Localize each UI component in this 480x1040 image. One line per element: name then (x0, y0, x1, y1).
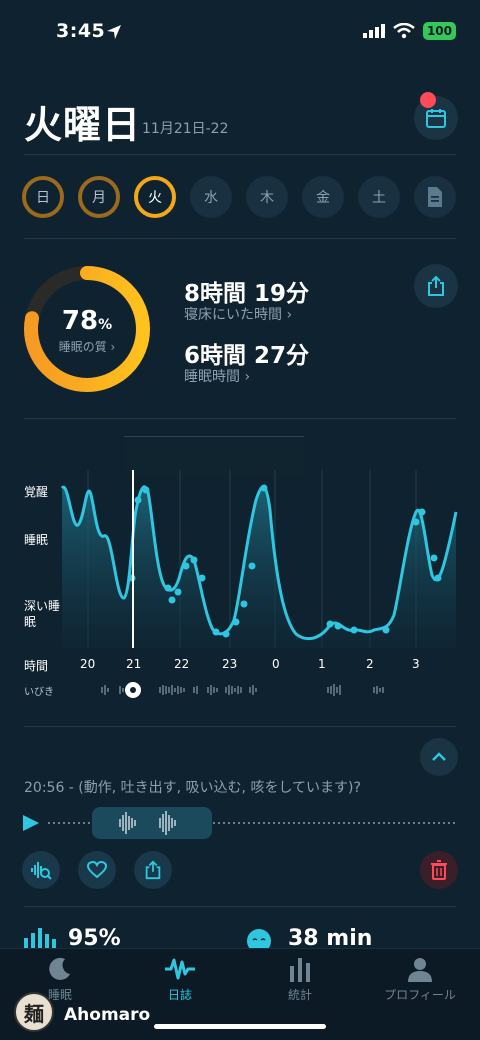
signal-icon (362, 24, 385, 38)
delete-audio-button[interactable] (420, 851, 458, 889)
bar-stat-icon (24, 928, 56, 950)
journal-button[interactable] (414, 176, 456, 218)
day-tue[interactable]: 火 (134, 176, 176, 218)
chevron-up-icon (432, 752, 446, 761)
status-time: 3:45 (56, 20, 106, 42)
tab-stats[interactable]: 統計 (240, 956, 360, 1003)
divider (24, 418, 456, 419)
snore-label: いびき (24, 687, 54, 698)
bar-chart-icon (290, 958, 310, 982)
trash-icon (431, 860, 447, 880)
y-label-deep: 深い睡眠 (24, 599, 61, 629)
divider (24, 906, 456, 907)
divider (24, 726, 456, 727)
location-arrow-icon (107, 25, 121, 39)
event-description: 20:56 - (動作, 吐き出す, 吸い込む, 咳をしています)? (24, 780, 361, 796)
notification-dot (420, 92, 436, 108)
x-tick: 20 (80, 657, 96, 671)
battery-badge: 100 (422, 22, 456, 40)
collapse-button[interactable] (420, 738, 458, 776)
x-tick: 3 (412, 657, 420, 671)
favorite-button[interactable] (78, 851, 116, 889)
day-sat[interactable]: 土 (358, 176, 400, 218)
audio-search-icon (31, 862, 52, 880)
share-audio-button[interactable] (134, 851, 172, 889)
day-wed[interactable]: 水 (190, 176, 232, 218)
analyze-audio-button[interactable] (22, 851, 60, 889)
share-score-button[interactable] (414, 264, 458, 308)
document-icon (428, 187, 442, 207)
x-tick: 2 (366, 657, 374, 671)
user-name: Ahomaro (64, 1005, 151, 1025)
avatar: 麺 (14, 992, 54, 1032)
waveform-icon (165, 958, 195, 980)
divider (24, 238, 456, 239)
score-label[interactable]: 睡眠の質 › (30, 338, 144, 355)
status-indicators: 100 (362, 22, 456, 40)
sleep-curve-fill (62, 486, 456, 648)
date-range: 11月21日-22 (142, 121, 229, 137)
x-tick: 23 (222, 657, 238, 671)
day-thu[interactable]: 木 (246, 176, 288, 218)
x-axis-label: 時間 (24, 659, 49, 673)
day-sun[interactable]: 日 (22, 176, 64, 218)
y-label-sleep: 睡眠 (24, 533, 49, 547)
day-fri[interactable]: 金 (302, 176, 344, 218)
time-in-bed-link[interactable]: 寝床にいた時間 › (184, 304, 292, 324)
x-tick: 21 (126, 657, 142, 671)
sleep-time: 6時間 27分 (184, 343, 310, 369)
heart-icon (87, 861, 107, 879)
tab-sleep[interactable]: 睡眠 (0, 956, 120, 1003)
calendar-icon (426, 109, 446, 128)
audio-waveform[interactable] (48, 806, 456, 840)
home-indicator (154, 1024, 326, 1029)
tab-profile[interactable]: プロフィール (360, 956, 480, 1003)
x-tick: 22 (174, 657, 190, 671)
y-label-awake: 覚醒 (24, 485, 49, 499)
tab-journal[interactable]: 日誌 (120, 956, 240, 1003)
share-icon (145, 860, 161, 880)
day-mon[interactable]: 月 (78, 176, 120, 218)
page-title: 火曜日 (24, 103, 142, 147)
snore-timeline[interactable] (60, 680, 460, 700)
x-tick: 0 (272, 657, 280, 671)
time-in-bed: 8時間 19分 (184, 281, 310, 307)
play-icon[interactable] (22, 814, 40, 832)
x-tick: 1 (318, 657, 326, 671)
score-value: 78% (61, 306, 113, 336)
wifi-icon (393, 23, 415, 39)
sleep-chart[interactable] (60, 470, 460, 650)
moon-icon (49, 957, 70, 980)
person-icon (408, 958, 432, 982)
sleep-time-link[interactable]: 睡眠時間 › (184, 366, 250, 386)
share-icon (428, 275, 444, 296)
divider (24, 154, 456, 155)
